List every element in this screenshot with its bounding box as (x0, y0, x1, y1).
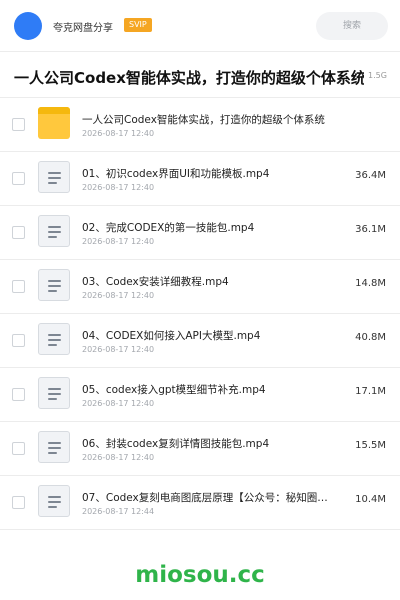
file-list: 一人公司Codex智能体实战，打造你的超级个体系统 2026-08-17 12:… (0, 98, 400, 530)
watermark: miosou.cc (135, 562, 265, 588)
document-icon (38, 431, 70, 463)
file-name: 03、Codex安装详细教程.mp4 (82, 276, 229, 288)
file-size: 15.5M (355, 440, 386, 451)
file-name: 07、Codex复刻电商图底层原理【公众号：秘知圈… (82, 492, 328, 504)
page-title: 一人公司Codex智能体实战，打造你的超级个体系统 (14, 69, 364, 87)
file-date: 2026-08-17 12:40 (82, 183, 155, 192)
file-size: 40.8M (355, 332, 386, 343)
file-date: 2026-08-17 12:40 (82, 345, 155, 354)
document-icon (38, 377, 70, 409)
file-size: 36.4M (355, 170, 386, 181)
file-date: 2026-08-17 12:40 (82, 237, 155, 246)
avatar[interactable] (14, 12, 42, 40)
share-header: 夸克网盘分享 SVIP (0, 0, 400, 52)
document-icon (38, 161, 70, 193)
file-date: 2026-08-17 12:40 (82, 129, 155, 138)
file-row[interactable]: 05、codex接入gpt模型细节补充.mp4 2026-08-17 12:40… (0, 368, 400, 422)
document-icon (38, 323, 70, 355)
file-name: 01、初识codex界面UI和功能模板.mp4 (82, 168, 270, 180)
file-name: 04、CODEX如何接入API大模型.mp4 (82, 330, 261, 342)
file-row[interactable]: 02、完成CODEX的第一技能包.mp4 2026-08-17 12:40 36… (0, 206, 400, 260)
checkbox[interactable] (12, 118, 25, 131)
file-row[interactable]: 一人公司Codex智能体实战，打造你的超级个体系统 2026-08-17 12:… (0, 98, 400, 152)
file-name: 02、完成CODEX的第一技能包.mp4 (82, 222, 255, 234)
folder-size: 1.5G (368, 71, 387, 80)
file-name: 一人公司Codex智能体实战，打造你的超级个体系统 (82, 114, 325, 126)
file-name: 05、codex接入gpt模型细节补充.mp4 (82, 384, 266, 396)
file-size: 17.1M (355, 386, 386, 397)
file-date: 2026-08-17 12:40 (82, 291, 155, 300)
file-name: 06、封装codex复刻详情图技能包.mp4 (82, 438, 270, 450)
folder-title-row: 一人公司Codex智能体实战，打造你的超级个体系统 1.5G (0, 52, 400, 98)
file-row[interactable]: 07、Codex复刻电商图底层原理【公众号：秘知圈… 2026-08-17 12… (0, 476, 400, 530)
checkbox[interactable] (12, 172, 25, 185)
file-date: 2026-08-17 12:44 (82, 507, 155, 516)
file-row[interactable]: 06、封装codex复刻详情图技能包.mp4 2026-08-17 12:40 … (0, 422, 400, 476)
file-row[interactable]: 04、CODEX如何接入API大模型.mp4 2026-08-17 12:40 … (0, 314, 400, 368)
folder-icon (38, 107, 70, 139)
document-icon (38, 269, 70, 301)
file-size: 14.8M (355, 278, 386, 289)
file-date: 2026-08-17 12:40 (82, 399, 155, 408)
checkbox[interactable] (12, 496, 25, 509)
checkbox[interactable] (12, 442, 25, 455)
share-name: 夸克网盘分享 (53, 23, 113, 34)
file-row[interactable]: 01、初识codex界面UI和功能模板.mp4 2026-08-17 12:40… (0, 152, 400, 206)
checkbox[interactable] (12, 280, 25, 293)
document-icon (38, 485, 70, 517)
checkbox[interactable] (12, 226, 25, 239)
checkbox[interactable] (12, 334, 25, 347)
search-input[interactable] (316, 12, 388, 40)
file-size: 36.1M (355, 224, 386, 235)
file-date: 2026-08-17 12:40 (82, 453, 155, 462)
svip-badge: SVIP (124, 18, 152, 32)
document-icon (38, 215, 70, 247)
file-row[interactable]: 03、Codex安装详细教程.mp4 2026-08-17 12:40 14.8… (0, 260, 400, 314)
file-size: 10.4M (355, 494, 386, 505)
checkbox[interactable] (12, 388, 25, 401)
